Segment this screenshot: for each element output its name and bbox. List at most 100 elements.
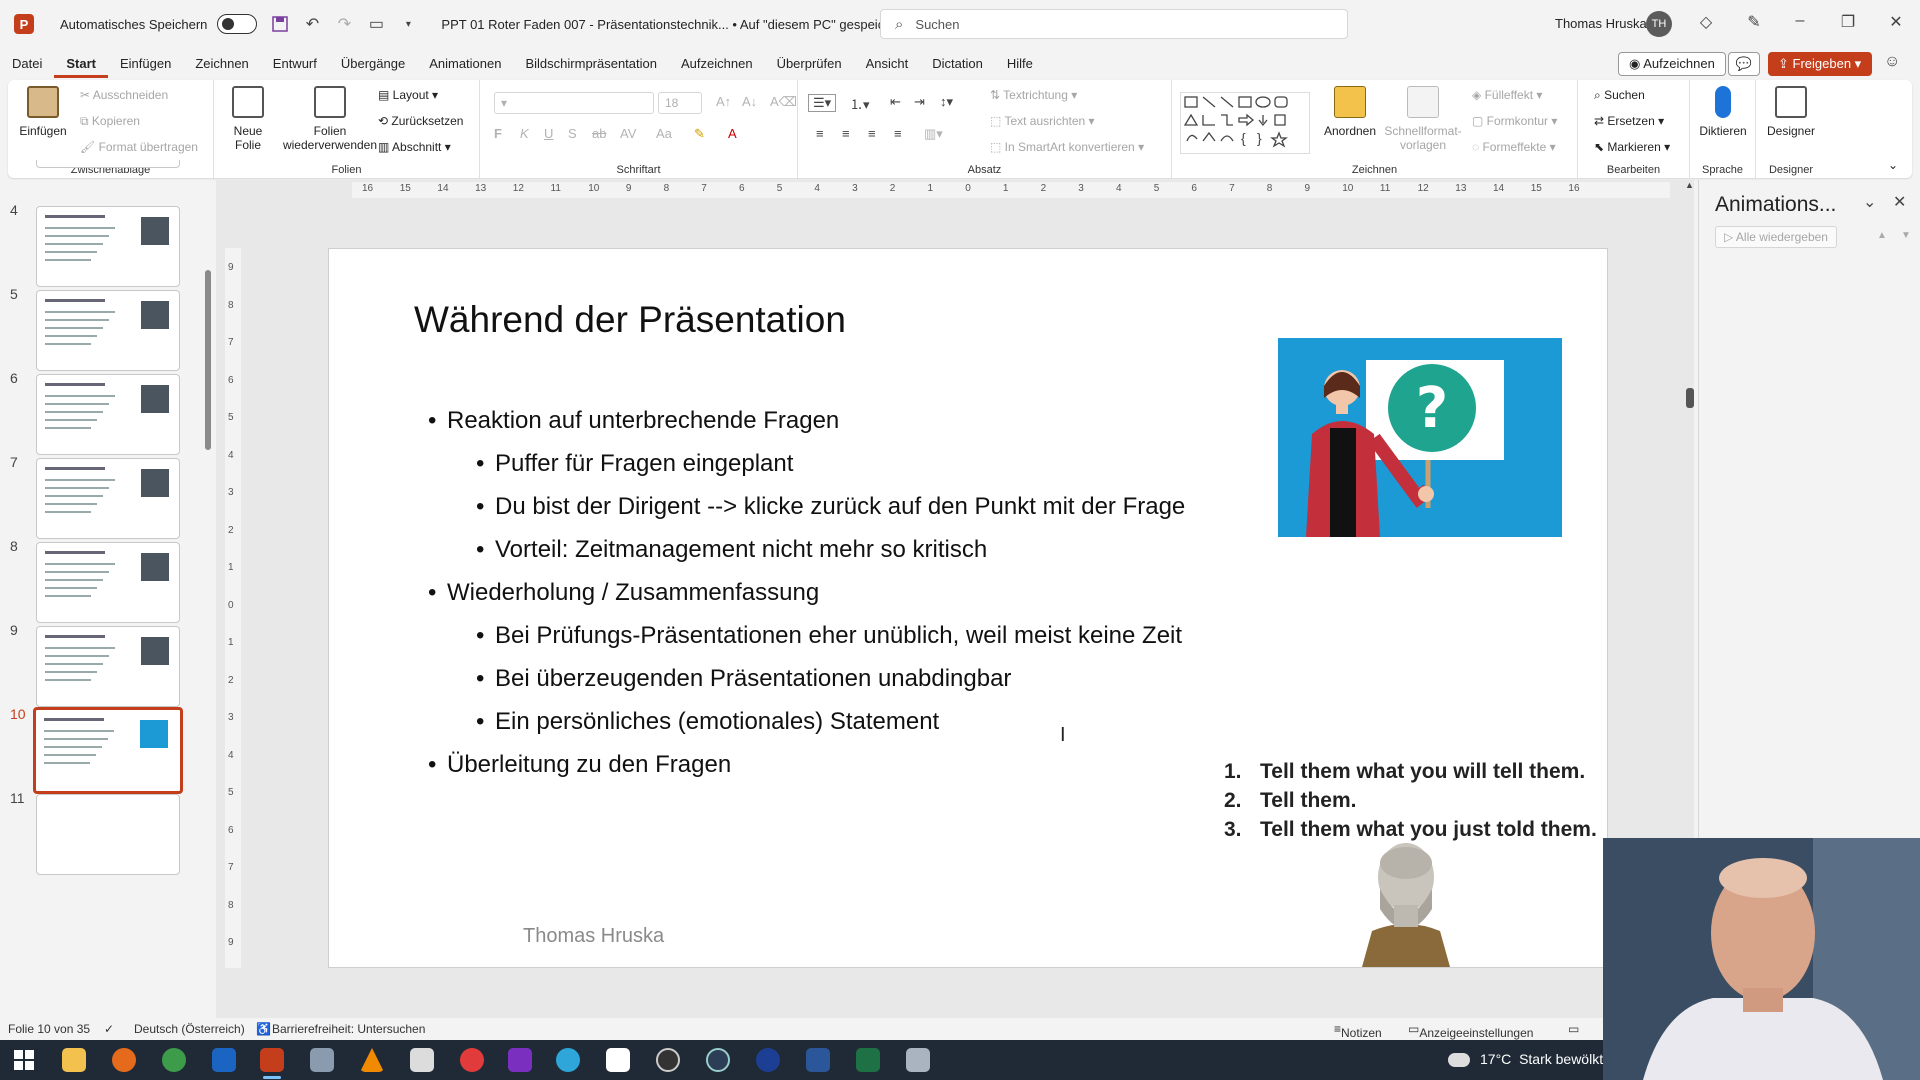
onenote-icon[interactable] (508, 1048, 532, 1072)
paste-button[interactable]: Einfügen (16, 86, 70, 138)
move-up-icon[interactable]: ▲ (1877, 230, 1887, 241)
tab-8[interactable]: Aufzeichnen (669, 50, 765, 78)
sub-bullet-item[interactable]: Bei überzeugenden Präsentationen unabdin… (414, 657, 1294, 700)
slide-thumbnail-9[interactable] (36, 626, 180, 707)
app-icon-14[interactable] (706, 1048, 730, 1072)
slide-title[interactable]: Während der Präsentation (414, 299, 846, 341)
presenter-question-image[interactable]: ? (1278, 338, 1562, 537)
tab-6[interactable]: Animationen (417, 50, 513, 78)
record-button[interactable]: ◉ Aufzeichnen (1618, 52, 1726, 76)
minimize-icon[interactable]: – (1788, 12, 1812, 30)
app-icon-18[interactable] (906, 1048, 930, 1072)
align-right-icon[interactable]: ≡ (868, 126, 876, 141)
text-direction-button[interactable]: ⇅ Textrichtung ▾ (990, 88, 1077, 102)
clear-format-icon[interactable]: A⌫ (770, 94, 797, 110)
diamond-icon[interactable]: ◇ (1694, 12, 1718, 32)
bullet-item[interactable]: Überleitung zu den Fragen (414, 743, 1294, 786)
save-icon[interactable] (271, 15, 289, 33)
redo-icon[interactable]: ↷ (335, 15, 353, 33)
powerpoint-taskbar-icon[interactable] (260, 1048, 284, 1072)
slide-thumbnail-11[interactable] (36, 794, 180, 875)
share-button[interactable]: ⇪ Freigeben ▾ (1768, 52, 1872, 76)
slide-thumbnail-4[interactable] (36, 206, 180, 287)
tab-7[interactable]: Bildschirmpräsentation (513, 50, 669, 78)
section-button[interactable]: ▥ Abschnitt ▾ (378, 140, 451, 154)
chrome-icon[interactable] (162, 1048, 186, 1072)
font-color-icon[interactable]: A (728, 126, 737, 141)
columns-icon[interactable]: ▥▾ (924, 126, 943, 142)
user-name[interactable]: Thomas Hruska (1555, 16, 1647, 31)
tab-1[interactable]: Start (54, 50, 108, 78)
windows-start-icon[interactable] (12, 1048, 36, 1072)
strikethrough-icon[interactable]: ab (592, 126, 606, 141)
thumbnail-scroll-thumb[interactable] (205, 270, 211, 450)
numbered-item[interactable]: 2. Tell them. (1224, 786, 1597, 815)
file-explorer-icon[interactable] (62, 1048, 86, 1072)
highlight-icon[interactable]: ✎ (694, 126, 705, 142)
app-icon-6[interactable] (310, 1048, 334, 1072)
bold-icon[interactable]: F (494, 126, 502, 141)
tab-5[interactable]: Übergänge (329, 50, 417, 78)
editor-scroll-thumb[interactable] (1686, 388, 1694, 408)
tab-9[interactable]: Überprüfen (765, 50, 854, 78)
slide-thumbnail-7[interactable] (36, 458, 180, 539)
weather-widget[interactable]: 17°C Stark bewölkt (1448, 1051, 1603, 1068)
quick-styles-button[interactable]: Schnellformat-vorlagen (1382, 86, 1464, 152)
dictate-button[interactable]: Diktieren (1694, 86, 1752, 138)
designer-button[interactable]: Designer (1760, 86, 1822, 138)
slide-thumbnail-3-partial[interactable] (36, 160, 180, 168)
accessibility-icon[interactable]: ♿ (256, 1022, 271, 1036)
app-icon-15[interactable] (756, 1048, 780, 1072)
tab-2[interactable]: Einfügen (108, 50, 183, 78)
move-down-icon[interactable]: ▼ (1901, 230, 1911, 241)
slide-thumbnail-10[interactable] (33, 707, 183, 794)
firefox-icon[interactable] (112, 1048, 136, 1072)
slide-thumbnail-5[interactable] (36, 290, 180, 371)
tab-4[interactable]: Entwurf (261, 50, 329, 78)
change-case-icon[interactable]: Aa (656, 126, 672, 141)
align-left-icon[interactable]: ≡ (816, 126, 824, 141)
qat-customize-icon[interactable]: ▾ (399, 15, 417, 33)
sub-bullet-item[interactable]: Du bist der Dirigent --> klicke zurück a… (414, 485, 1294, 528)
shape-fill-button[interactable]: ◈ Fülleffekt ▾ (1472, 88, 1542, 102)
bullet-list[interactable]: Reaktion auf unterbrechende FragenPuffer… (414, 399, 1294, 786)
tab-11[interactable]: Dictation (920, 50, 995, 78)
align-center-icon[interactable]: ≡ (842, 126, 850, 141)
tab-3[interactable]: Zeichnen (183, 50, 260, 78)
sub-bullet-item[interactable]: Ein persönliches (emotionales) Statement (414, 700, 1294, 743)
increase-indent-icon[interactable]: ⇥ (914, 94, 925, 110)
vlc-icon[interactable] (360, 1048, 384, 1072)
line-spacing-icon[interactable]: ↕▾ (940, 94, 953, 110)
tab-0[interactable]: Datei (0, 50, 54, 78)
decrease-indent-icon[interactable]: ⇤ (890, 94, 901, 110)
reuse-slides-button[interactable]: Folien wiederverwenden (280, 86, 380, 152)
font-name-combo[interactable]: ▾ (494, 92, 654, 114)
cut-button[interactable]: ✂ Ausschneiden (80, 88, 168, 102)
telegram-icon[interactable] (556, 1048, 580, 1072)
pen-icon[interactable]: ✎ (1742, 12, 1766, 32)
app-icon-9[interactable] (460, 1048, 484, 1072)
shrink-font-icon[interactable]: A↓ (742, 94, 757, 109)
sub-bullet-item[interactable]: Vorteil: Zeitmanagement nicht mehr so kr… (414, 528, 1294, 571)
app-icon-12[interactable] (606, 1048, 630, 1072)
slide-thumbnail-6[interactable] (36, 374, 180, 455)
restore-icon[interactable]: ❐ (1836, 12, 1860, 32)
slide-footer-author[interactable]: Thomas Hruska (523, 925, 664, 948)
layout-button[interactable]: ▤ Layout ▾ (378, 88, 438, 102)
scroll-up-arrow-icon[interactable]: ▲ (1685, 180, 1694, 190)
italic-icon[interactable]: K (520, 126, 529, 141)
char-spacing-icon[interactable]: AV (620, 126, 636, 141)
format-painter-button[interactable]: 🖌 Format übertragen (80, 140, 198, 154)
arrange-button[interactable]: Anordnen (1322, 86, 1378, 138)
close-icon[interactable]: ✕ (1884, 12, 1908, 32)
app-icon-13[interactable] (656, 1048, 680, 1072)
word-icon[interactable] (806, 1048, 830, 1072)
find-button[interactable]: ⌕ Suchen (1594, 88, 1645, 103)
slide-thumbnail-8[interactable] (36, 542, 180, 623)
notes-button[interactable]: ≡ Notizen (1334, 1022, 1382, 1040)
pane-close-icon[interactable]: ✕ (1893, 192, 1906, 212)
sub-bullet-item[interactable]: Bei Prüfungs-Präsentationen eher unüblic… (414, 614, 1294, 657)
search-input[interactable]: ⌕ Suchen (880, 9, 1348, 39)
aristotle-bust-image[interactable] (1356, 839, 1456, 967)
bullet-item[interactable]: Reaktion auf unterbrechende Fragen (414, 399, 1294, 442)
